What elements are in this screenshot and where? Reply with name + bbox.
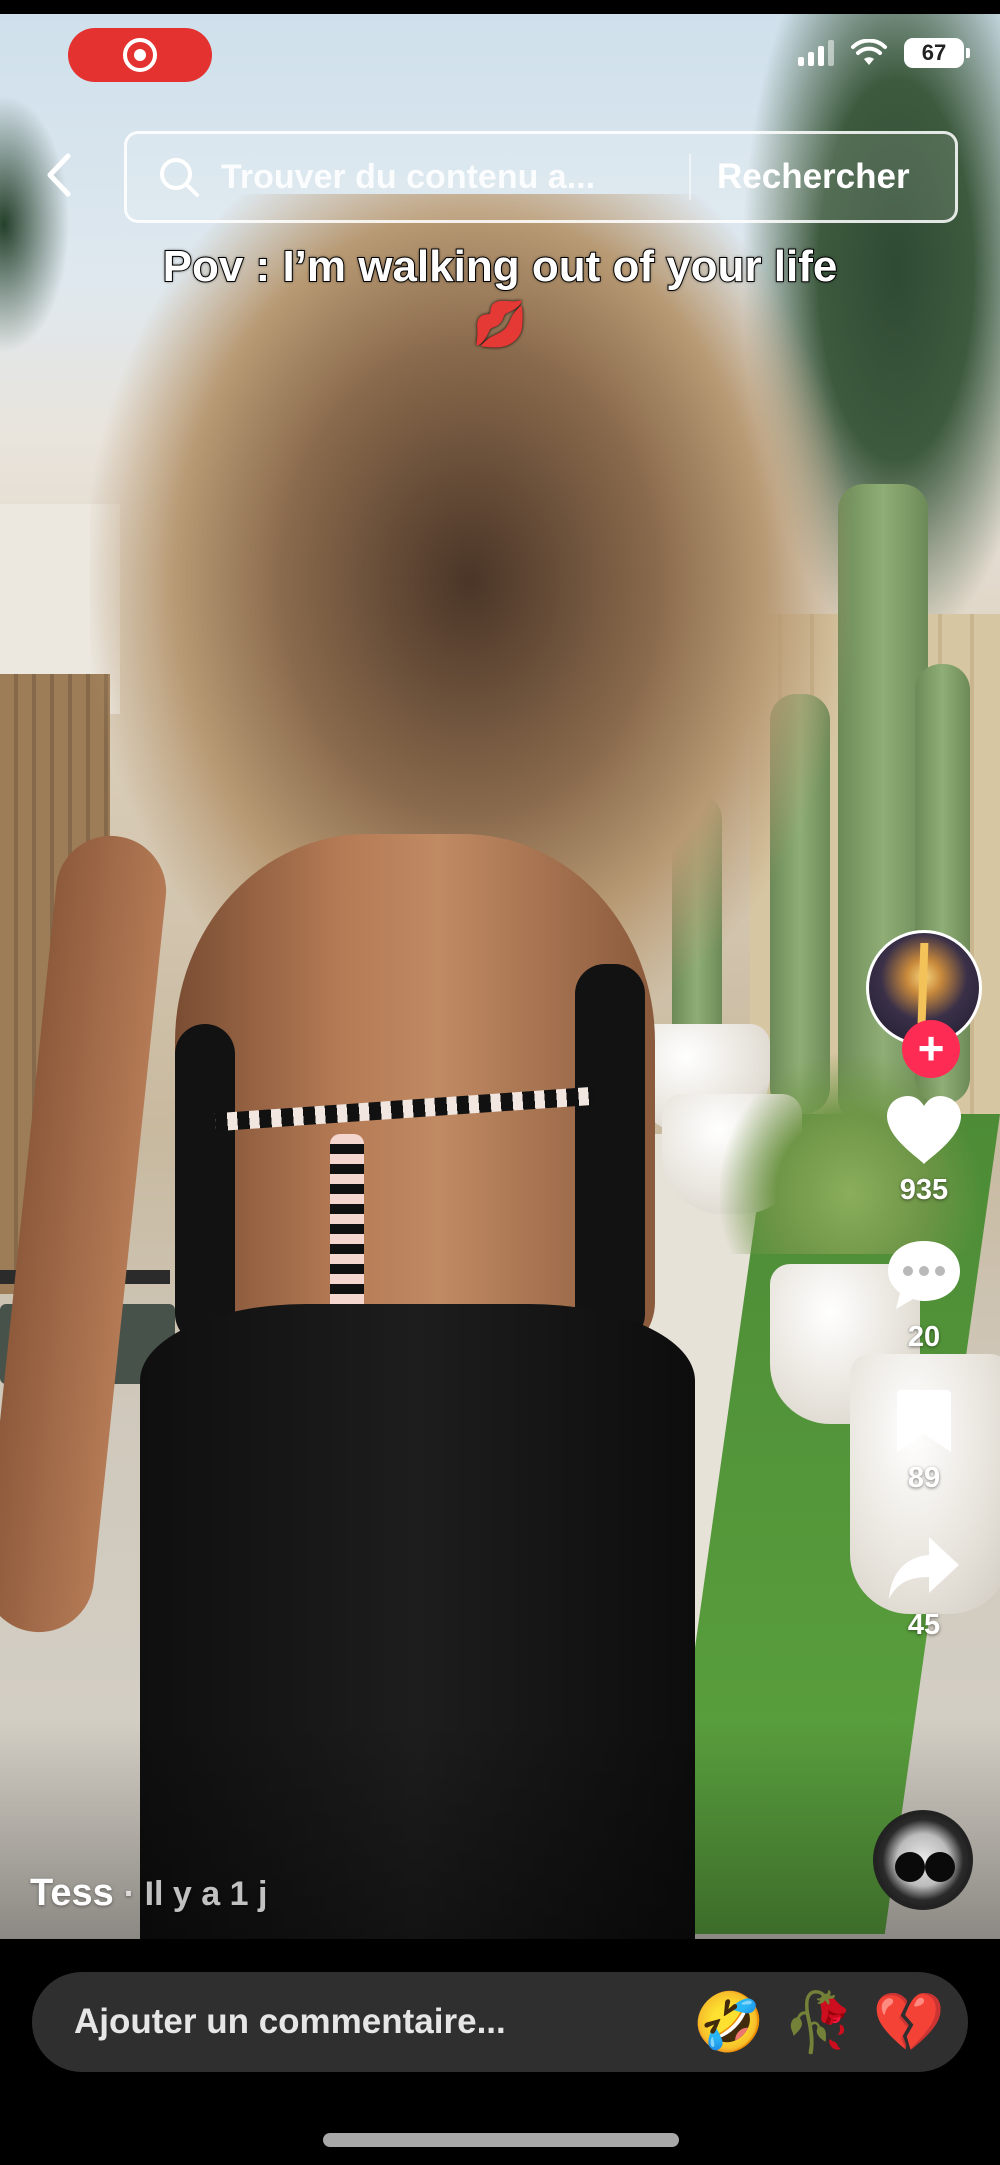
author-line[interactable]: Tess · Il y a 1 j	[30, 1872, 267, 1915]
laughing-emoji-icon[interactable]: 🤣	[684, 1988, 774, 2057]
share-arrow-icon	[889, 1537, 959, 1599]
record-indicator[interactable]	[68, 28, 212, 82]
search-bar[interactable]: Trouver du contenu a... Rechercher	[124, 131, 958, 223]
video-caption: Pov : I’m walking out of your life 💋	[162, 241, 839, 350]
share-button[interactable]: 45	[887, 1535, 961, 1642]
signal-icon	[798, 40, 834, 66]
dress-strap	[175, 1024, 235, 1344]
author-name[interactable]: Tess	[30, 1872, 114, 1915]
comment-icon	[888, 1241, 960, 1309]
heart-icon	[887, 1096, 961, 1164]
tree	[0, 94, 70, 354]
home-indicator[interactable]	[323, 2133, 679, 2147]
like-button[interactable]: 935	[883, 1094, 965, 1207]
search-divider	[689, 154, 691, 200]
comment-button[interactable]: 20	[884, 1237, 964, 1354]
chevron-left-icon[interactable]	[40, 150, 76, 200]
comment-input[interactable]: Ajouter un commentaire...	[74, 2002, 684, 2042]
broken-heart-emoji-icon[interactable]: 💔	[864, 1988, 954, 2057]
like-count: 935	[899, 1174, 949, 1206]
post-time: · Il y a 1 j	[123, 1875, 268, 1913]
battery-indicator: 67	[904, 38, 970, 68]
comment-input-bar[interactable]: Ajouter un commentaire... 🤣 🥀 💔	[32, 1972, 968, 2072]
share-count: 45	[907, 1609, 941, 1641]
status-icons: 67	[798, 38, 970, 68]
sound-disc-icon[interactable]	[873, 1810, 973, 1910]
save-count: 89	[907, 1462, 941, 1494]
action-rail: + 935 20 89 45	[864, 930, 984, 1642]
save-button[interactable]: 89	[895, 1388, 953, 1495]
dress-strap	[575, 964, 645, 1344]
author-avatar-wrap[interactable]: +	[866, 930, 982, 1080]
search-input[interactable]: Trouver du contenu a...	[221, 158, 671, 197]
record-icon	[123, 38, 157, 72]
wifi-icon	[851, 39, 887, 65]
wilted-rose-emoji-icon[interactable]: 🥀	[774, 1988, 864, 2057]
plus-icon[interactable]: +	[902, 1020, 960, 1078]
search-icon	[160, 158, 199, 197]
comment-count: 20	[907, 1321, 941, 1353]
bookmark-icon	[897, 1390, 951, 1452]
bottom-bar: Ajouter un commentaire... 🤣 🥀 💔	[0, 1939, 1000, 2165]
search-button[interactable]: Rechercher	[717, 157, 910, 197]
